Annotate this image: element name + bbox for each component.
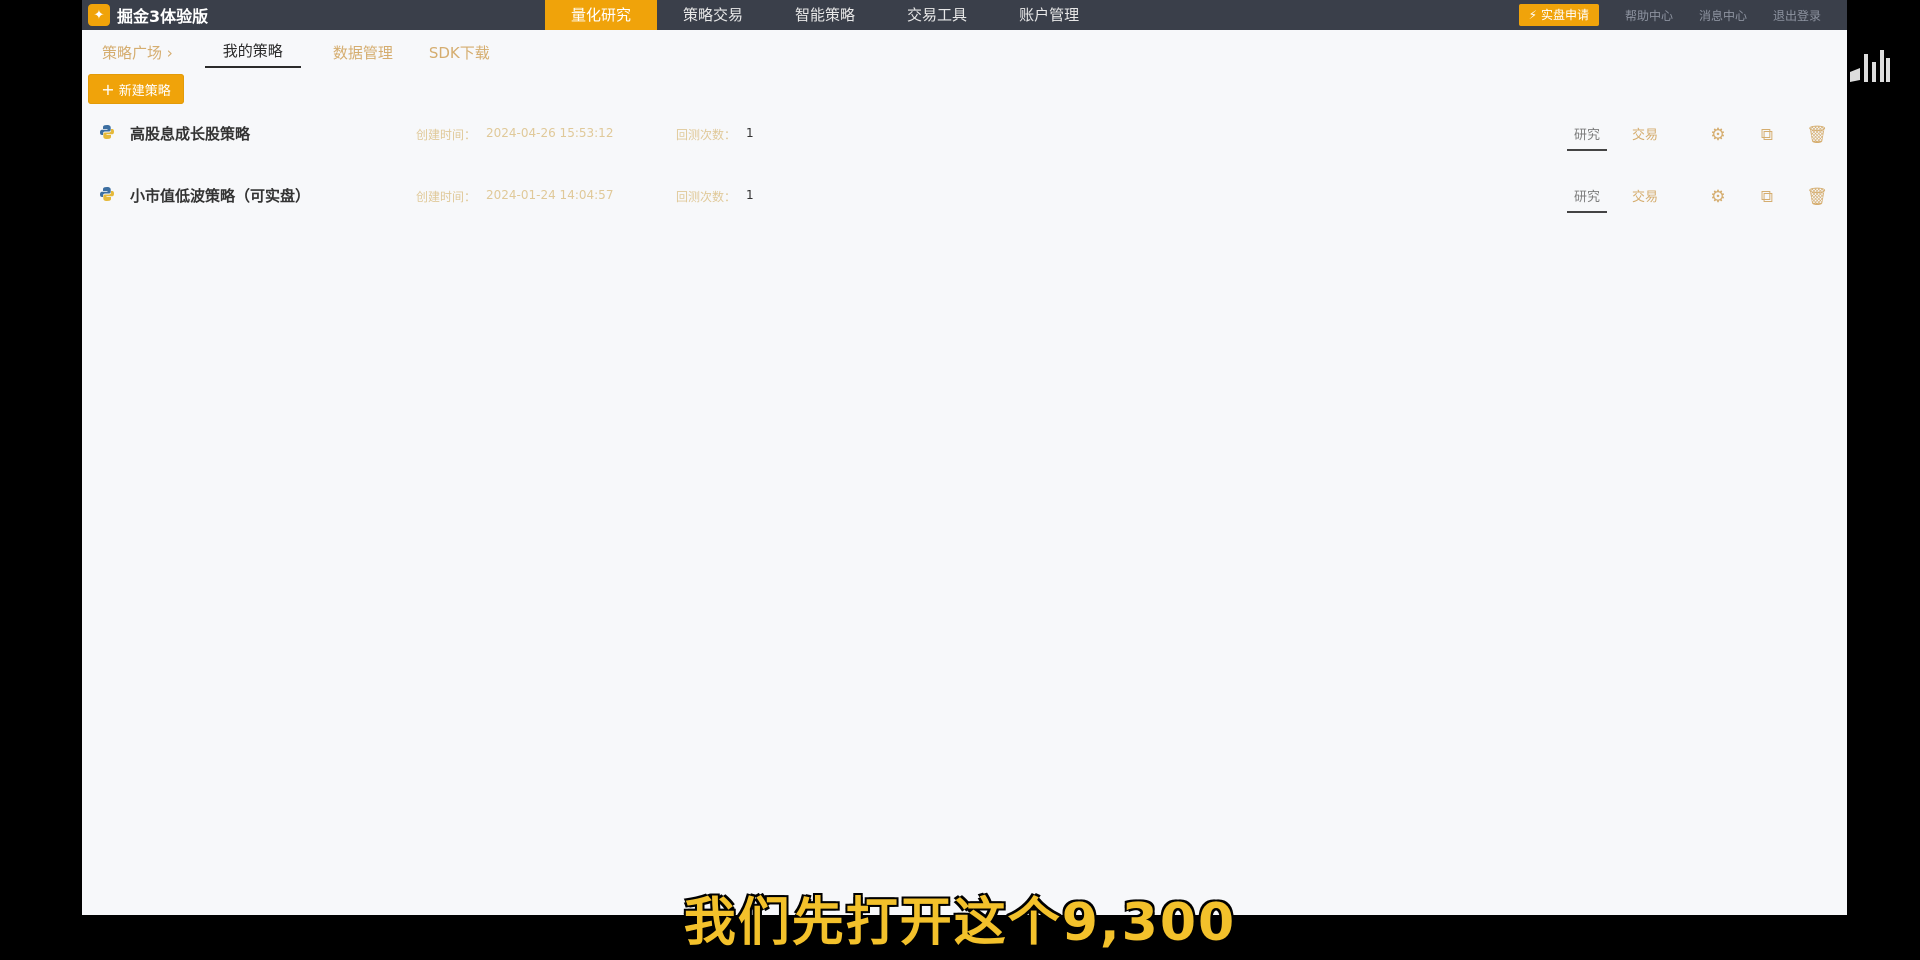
- tab-strategy-square[interactable]: 策略广场 ›: [98, 38, 177, 68]
- python-icon: [100, 187, 114, 201]
- nav-trading-tools[interactable]: 交易工具: [881, 0, 993, 30]
- nav-strategy-trading[interactable]: 策略交易: [657, 0, 769, 30]
- brand-logo-icon: ✦: [88, 4, 110, 26]
- copy-icon[interactable]: ⧉: [1756, 124, 1778, 146]
- plus-icon: +: [101, 79, 115, 99]
- list-item: 小市值低波策略（可实盘） 创建时间： 2024-01-24 14:04:57 回…: [82, 174, 1847, 236]
- trade-tab[interactable]: 交易: [1632, 186, 1658, 205]
- strategy-name[interactable]: 高股息成长股策略: [130, 123, 250, 144]
- bilibili-watermark-icon: [1850, 50, 1890, 82]
- video-subtitle: 我们先打开这个9,300: [683, 893, 1237, 953]
- live-trading-apply-button[interactable]: ⚡ 实盘申请: [1518, 4, 1599, 26]
- backtest-count-label: 回测次数：: [676, 190, 737, 204]
- strategy-list: 高股息成长股策略 创建时间： 2024-04-26 15:53:12 回测次数：…: [82, 112, 1847, 236]
- top-nav-bar: ✦ 掘金3体验版 量化研究 策略交易 智能策略 交易工具 账户管理 ⚡ 实盘申请…: [82, 0, 1847, 30]
- message-center-link[interactable]: 消息中心: [1699, 7, 1747, 24]
- sub-tabs: 策略广场 › 我的策略 数据管理 SDK下载: [82, 30, 1847, 68]
- research-tab[interactable]: 研究: [1567, 186, 1608, 213]
- brand-title: 掘金3体验版: [117, 7, 209, 26]
- main-nav: 量化研究 策略交易 智能策略 交易工具 账户管理: [545, 0, 1105, 30]
- strategy-name[interactable]: 小市值低波策略（可实盘）: [130, 185, 310, 206]
- created-time: 2024-04-26 15:53:12: [486, 126, 614, 140]
- research-tab[interactable]: 研究: [1567, 124, 1608, 151]
- tab-data-management[interactable]: 数据管理: [329, 38, 397, 68]
- nav-account-management[interactable]: 账户管理: [993, 0, 1105, 30]
- backtest-count: 1: [746, 188, 754, 202]
- logout-link[interactable]: 退出登录: [1773, 7, 1821, 24]
- top-right-actions: ⚡ 实盘申请 帮助中心 消息中心 退出登录: [1518, 0, 1847, 30]
- app-window: ✦ 掘金3体验版 量化研究 策略交易 智能策略 交易工具 账户管理 ⚡ 实盘申请…: [82, 0, 1847, 915]
- copy-icon[interactable]: ⧉: [1756, 186, 1778, 208]
- list-item: 高股息成长股策略 创建时间： 2024-04-26 15:53:12 回测次数：…: [82, 112, 1847, 174]
- nav-smart-strategy[interactable]: 智能策略: [769, 0, 881, 30]
- new-strategy-label: 新建策略: [118, 83, 171, 99]
- tab-strategy-square-label: 策略广场: [102, 44, 163, 62]
- delete-icon[interactable]: 🗑: [1806, 186, 1828, 208]
- python-icon: [100, 125, 114, 139]
- settings-icon[interactable]: ⚙: [1707, 124, 1729, 146]
- chevron-right-icon: ›: [166, 44, 173, 62]
- backtest-count: 1: [746, 126, 754, 140]
- created-time: 2024-01-24 14:04:57: [486, 188, 614, 202]
- nav-quant-research[interactable]: 量化研究: [545, 0, 658, 30]
- backtest-count-label: 回测次数：: [676, 128, 737, 142]
- help-center-link[interactable]: 帮助中心: [1625, 7, 1673, 24]
- created-label: 创建时间：: [416, 190, 477, 204]
- tab-sdk-download[interactable]: SDK下载: [425, 38, 494, 68]
- live-trading-apply-label: 实盘申请: [1540, 8, 1589, 22]
- tab-my-strategies[interactable]: 我的策略: [204, 36, 301, 68]
- brand[interactable]: ✦ 掘金3体验版: [82, 0, 208, 30]
- settings-icon[interactable]: ⚙: [1707, 186, 1729, 208]
- created-label: 创建时间：: [416, 128, 477, 142]
- lightning-icon: ⚡: [1528, 8, 1538, 22]
- delete-icon[interactable]: 🗑: [1806, 124, 1828, 146]
- new-strategy-button[interactable]: + 新建策略: [88, 74, 184, 104]
- trade-tab[interactable]: 交易: [1632, 124, 1658, 143]
